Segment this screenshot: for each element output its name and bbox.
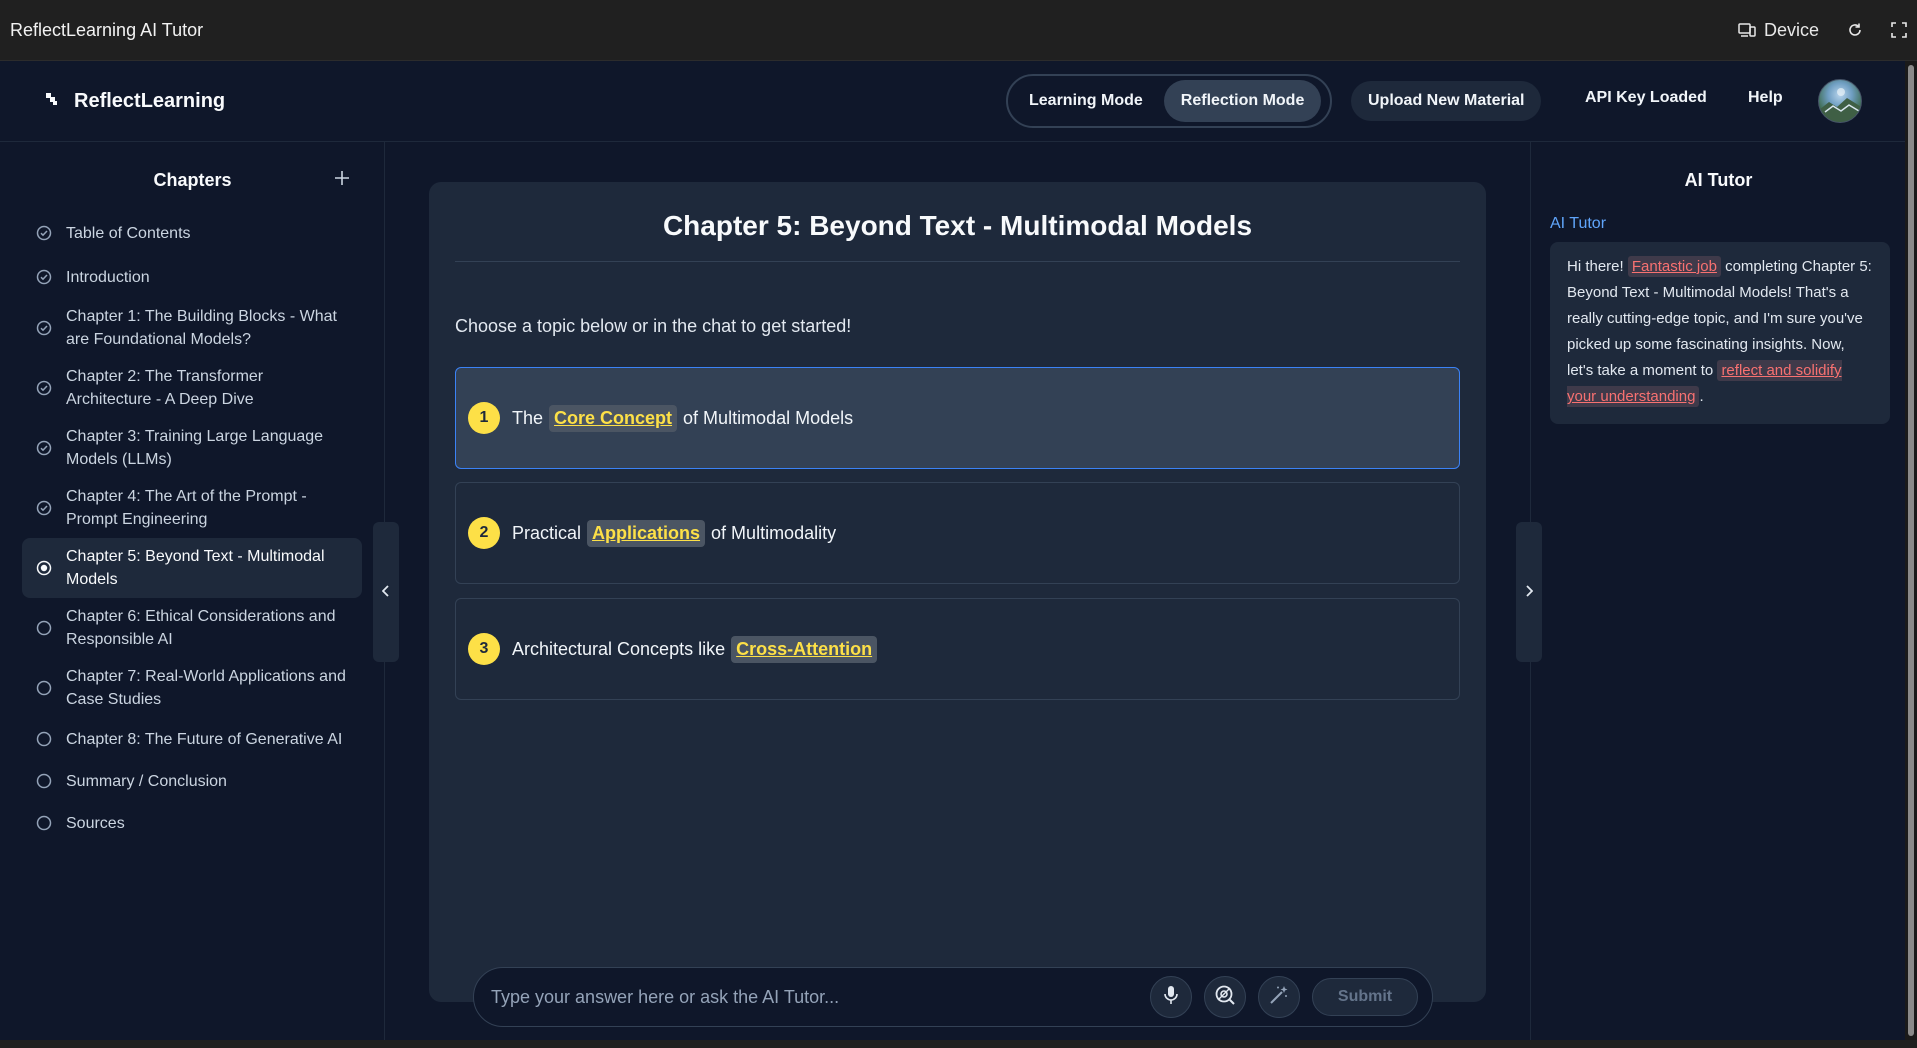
magic-wand-button[interactable] [1258,976,1300,1018]
sidebar-item-label: Chapter 8: The Future of Generative AI [66,730,343,748]
refresh-icon[interactable] [1847,22,1863,38]
sidebar-item-label: Introduction [66,268,150,286]
sidebar-item-label: Chapter 4: The Art of the Prompt - Promp… [66,488,307,528]
tutor-message: Hi there! Fantastic job completing Chapt… [1550,242,1890,424]
plus-icon[interactable] [334,168,350,190]
topic-keyword: Applications [587,519,706,547]
app-header: ReflectLearning Learning Mode Reflection… [0,61,1905,142]
sidebar-item-chapter[interactable]: Chapter 6: Ethical Considerations and Re… [22,598,362,658]
topic-text-before: Architectural Concepts like [512,638,726,659]
sidebar-item-label: Summary / Conclusion [66,772,227,790]
topic-number: 3 [468,633,500,665]
chapter-list: Table of Contents Introduction Chapter 1: … [22,212,362,844]
window-bottom-edge [0,1040,1917,1048]
radio-selected-icon [36,560,52,576]
chevron-left-icon [381,584,390,600]
sidebar-item-chapter[interactable]: Summary / Conclusion [22,760,362,802]
chat-input[interactable] [491,986,1138,1008]
message-text: . [1699,388,1704,405]
topic-number: 1 [468,402,500,434]
brand-name: ReflectLearning [74,89,226,112]
learning-mode-button[interactable]: Learning Mode [1012,80,1160,122]
circle-icon [36,620,52,636]
circle-icon [36,773,52,789]
api-key-status[interactable]: API Key Loaded [1585,89,1707,107]
window-titlebar: ReflectLearning AI Tutor Device [0,0,1917,61]
sidebar-item-chapter[interactable]: Chapter 3: Training Large Language Model… [22,418,362,478]
chat-input-bar: Submit [473,967,1433,1027]
check-circle-icon [36,440,52,456]
sidebar-item-chapter[interactable]: Table of Contents [22,212,362,254]
topic-option-2[interactable]: 2 Practical Applications of Multimodalit… [455,482,1460,584]
sidebar-item-chapter[interactable]: Chapter 8: The Future of Generative AI [22,718,362,760]
topic-prompt: Choose a topic below or in the chat to g… [455,316,852,336]
chapter-title: Chapter 5: Beyond Text - Multimodal Mode… [662,210,1253,241]
sidebar-item-label: Chapter 5: Beyond Text - Multimodal Mode… [66,548,325,588]
upload-material-button[interactable]: Upload New Material [1351,81,1542,121]
microphone-icon [1163,985,1179,1010]
circle-icon [36,731,52,747]
check-circle-icon [36,269,52,285]
message-sender: AI Tutor [1550,215,1607,232]
collapse-tutor-button[interactable] [1516,522,1542,662]
chapter-content-card: Chapter 5: Beyond Text - Multimodal Mode… [429,182,1486,1002]
chapters-sidebar: Chapters Table of Contents Introduction Ch… [0,142,385,1040]
message-text: Hi there! [1567,258,1624,275]
title-divider [455,261,1460,262]
sidebar-item-chapter[interactable]: Chapter 2: The Transformer Architecture … [22,358,362,418]
help-link[interactable]: Help [1748,89,1783,107]
page-scrollbar[interactable] [1905,61,1917,1040]
check-circle-icon [36,225,52,241]
device-label: Device [1763,19,1819,40]
circle-icon [36,680,52,696]
sidebar-item-label: Chapter 3: Training Large Language Model… [66,428,324,468]
topic-keyword: Core Concept [549,404,678,432]
brand[interactable]: ReflectLearning [44,90,225,113]
sidebar-item-chapter[interactable]: Introduction [22,256,362,298]
tutor-title: AI Tutor [1684,170,1753,190]
sidebar-item-chapter[interactable]: Chapter 5: Beyond Text - Multimodal Mode… [22,538,362,598]
check-circle-icon [36,320,52,336]
sidebar-item-chapter[interactable]: Sources [22,802,362,844]
collapse-sidebar-button[interactable] [373,522,399,662]
scrollbar-thumb[interactable] [1908,65,1914,1036]
window-title: ReflectLearning AI Tutor [10,19,204,40]
topic-option-3[interactable]: 3 Architectural Concepts like Cross-Atte… [455,598,1460,700]
topic-keyword: Cross-Attention [731,635,878,663]
topic-number: 2 [468,517,500,549]
screen-search-icon [1214,984,1236,1011]
sidebar-item-chapter[interactable]: Chapter 1: The Building Blocks - What ar… [22,298,362,358]
check-circle-icon [36,380,52,396]
reflection-mode-button[interactable]: Reflection Mode [1163,80,1322,122]
avatar[interactable] [1818,79,1862,123]
sidebar-item-label: Table of Contents [66,224,191,242]
submit-button[interactable]: Submit [1312,978,1418,1016]
topic-text-after: of Multimodal Models [683,407,854,428]
sidebar-item-label: Chapter 1: The Building Blocks - What ar… [66,308,337,348]
fullscreen-icon[interactable] [1891,22,1907,38]
sidebar-item-label: Chapter 6: Ethical Considerations and Re… [66,608,336,648]
screen-search-button[interactable] [1204,976,1246,1018]
sidebar-title: Chapters [153,170,232,190]
topic-option-1[interactable]: 1 The Core Concept of Multimodal Models [455,367,1460,469]
sidebar-item-label: Sources [66,814,125,832]
message-highlight: Fantastic job [1627,256,1721,277]
circle-icon [36,815,52,831]
topic-text-before: The [512,407,544,428]
device-icon [1738,22,1756,38]
sidebar-item-label: Chapter 7: Real-World Applications and C… [66,668,346,708]
magic-wand-icon [1269,985,1289,1010]
check-circle-icon [36,500,52,516]
microphone-button[interactable] [1150,976,1192,1018]
sidebar-item-label: Chapter 2: The Transformer Architecture … [66,368,264,408]
chevron-right-icon [1525,584,1534,600]
sidebar-item-chapter[interactable]: Chapter 4: The Art of the Prompt - Promp… [22,478,362,538]
device-button[interactable]: Device [1738,20,1819,41]
mode-toggle: Learning Mode Reflection Mode [1006,74,1332,128]
sidebar-item-chapter[interactable]: Chapter 7: Real-World Applications and C… [22,658,362,718]
ai-tutor-panel: AI Tutor AI Tutor Hi there! Fantastic jo… [1530,142,1905,1040]
topic-text-before: Practical [512,522,582,543]
topic-text-after: of Multimodality [711,522,837,543]
logo-icon [44,91,60,112]
